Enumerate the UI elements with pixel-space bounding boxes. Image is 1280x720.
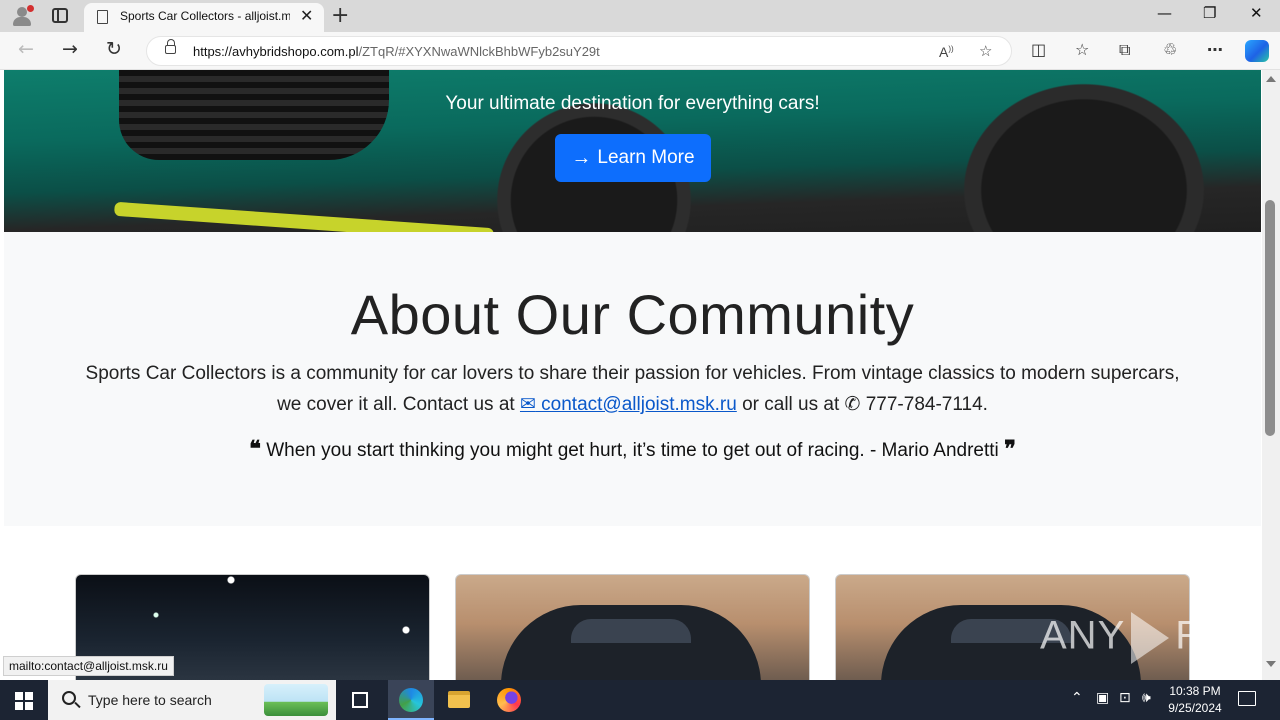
collections-icon[interactable]: ⧉ xyxy=(1119,40,1130,60)
favorite-star-icon[interactable]: ☆ xyxy=(979,42,992,60)
refresh-button[interactable]: ↻ xyxy=(106,38,122,60)
tab-actions-icon[interactable] xyxy=(52,8,68,23)
search-icon xyxy=(62,691,76,705)
about-text-call: or call us at xyxy=(742,394,840,415)
browser-toolbar: ← → ↻ https://avhybridshopo.com.pl/ZTqR/… xyxy=(0,32,1280,70)
phone-number: 777-784-7114 xyxy=(865,394,983,415)
gallery-card-2[interactable] xyxy=(455,574,810,680)
task-view-button[interactable] xyxy=(337,680,383,720)
close-window-button[interactable]: ✕ xyxy=(1250,4,1263,22)
forward-button[interactable]: → xyxy=(62,38,78,60)
taskbar-search-box[interactable]: Type here to search xyxy=(48,680,336,720)
edge-taskbar-button[interactable] xyxy=(388,680,434,720)
favorites-icon[interactable]: ☆ xyxy=(1075,40,1089,59)
tab-close-button[interactable]: ✕ xyxy=(300,6,313,25)
car-grille-graphic xyxy=(119,70,389,160)
scrollbar-thumb[interactable] xyxy=(1265,200,1275,436)
page-icon xyxy=(97,10,108,24)
restore-button[interactable]: ❐ xyxy=(1203,4,1216,22)
more-icon[interactable]: ⋯ xyxy=(1207,40,1223,59)
learn-more-button[interactable]: → Learn More xyxy=(555,134,711,182)
search-highlight-image xyxy=(264,684,328,716)
search-placeholder: Type here to search xyxy=(88,692,212,708)
racing-quote: ❝ When you start thinking you might get … xyxy=(4,436,1261,462)
scroll-up-icon[interactable] xyxy=(1266,76,1276,82)
clock-time: 10:38 PM xyxy=(1169,684,1221,698)
tab-title: Sports Car Collectors - alljoist.msk.ru xyxy=(120,9,290,23)
address-bar[interactable]: https://avhybridshopo.com.pl/ZTqR/#XYXNw… xyxy=(146,36,1012,66)
quote-close-icon: ❞ xyxy=(1004,436,1016,461)
suv-image xyxy=(501,605,761,680)
read-aloud-icon[interactable]: A)) xyxy=(939,44,954,60)
vertical-scrollbar[interactable] xyxy=(1262,70,1280,680)
phone-icon: ✆ xyxy=(844,394,861,415)
volume-icon[interactable]: 🕪 xyxy=(1142,690,1151,706)
about-title: About Our Community xyxy=(350,283,915,346)
lock-icon[interactable] xyxy=(165,39,176,54)
split-screen-icon[interactable]: ◫ xyxy=(1031,40,1046,59)
extensions-icon[interactable]: ♲ xyxy=(1163,40,1177,59)
copilot-icon[interactable] xyxy=(1245,40,1269,62)
notification-icon[interactable] xyxy=(1238,691,1256,706)
arrow-right-icon: → xyxy=(571,146,592,169)
about-section: About Our Community Sports Car Collector… xyxy=(4,232,1261,526)
anyrun-watermark: ANY RUN xyxy=(1040,612,1265,664)
browser-tab[interactable]: Sports Car Collectors - alljoist.msk.ru … xyxy=(84,3,324,32)
profile-icon[interactable] xyxy=(10,5,34,27)
chevron-up-icon[interactable]: ⌃ xyxy=(1071,690,1083,706)
clock-date: 9/25/2024 xyxy=(1168,701,1222,715)
windows-taskbar: Type here to search ⌃ ▣ ⊡ 🕪 10:38 PM 9/2… xyxy=(0,680,1280,720)
windows-start-icon[interactable] xyxy=(15,692,33,710)
about-description: Sports Car Collectors is a community for… xyxy=(85,363,1180,415)
taskbar-clock[interactable]: 10:38 PM 9/25/2024 xyxy=(1160,683,1230,717)
envelope-icon: ✉ xyxy=(519,394,536,415)
link-status-bar: mailto:contact@alljoist.msk.ru xyxy=(3,656,174,676)
new-tab-button[interactable]: + xyxy=(331,3,349,28)
scroll-down-icon[interactable] xyxy=(1266,661,1276,667)
meet-now-icon[interactable]: ▣ xyxy=(1096,690,1109,706)
minimize-button[interactable]: — xyxy=(1157,4,1172,22)
quote-text: When you start thinking you might get hu… xyxy=(266,440,999,461)
browser-title-bar: Sports Car Collectors - alljoist.msk.ru … xyxy=(0,0,1280,32)
quote-open-icon: ❝ xyxy=(249,436,261,461)
url-text[interactable]: https://avhybridshopo.com.pl/ZTqR/#XYXNw… xyxy=(193,44,600,59)
play-logo-icon xyxy=(1131,612,1170,664)
network-icon[interactable]: ⊡ xyxy=(1119,690,1131,706)
hero-subtitle: Your ultimate destination for everything… xyxy=(445,93,820,114)
back-button[interactable]: ← xyxy=(18,38,34,60)
email-link[interactable]: ✉ contact@alljoist.msk.ru xyxy=(520,394,737,415)
edge-icon xyxy=(399,688,423,712)
file-explorer-button[interactable] xyxy=(436,680,482,720)
task-view-icon xyxy=(352,692,368,708)
file-explorer-icon xyxy=(448,691,470,708)
firefox-icon xyxy=(497,688,521,712)
firefox-button[interactable] xyxy=(486,680,532,720)
page-viewport: Your ultimate destination for everything… xyxy=(0,70,1280,680)
learn-more-label: Learn More xyxy=(597,147,695,168)
car-lip-graphic xyxy=(113,201,495,232)
hero-banner: Your ultimate destination for everything… xyxy=(4,70,1261,232)
